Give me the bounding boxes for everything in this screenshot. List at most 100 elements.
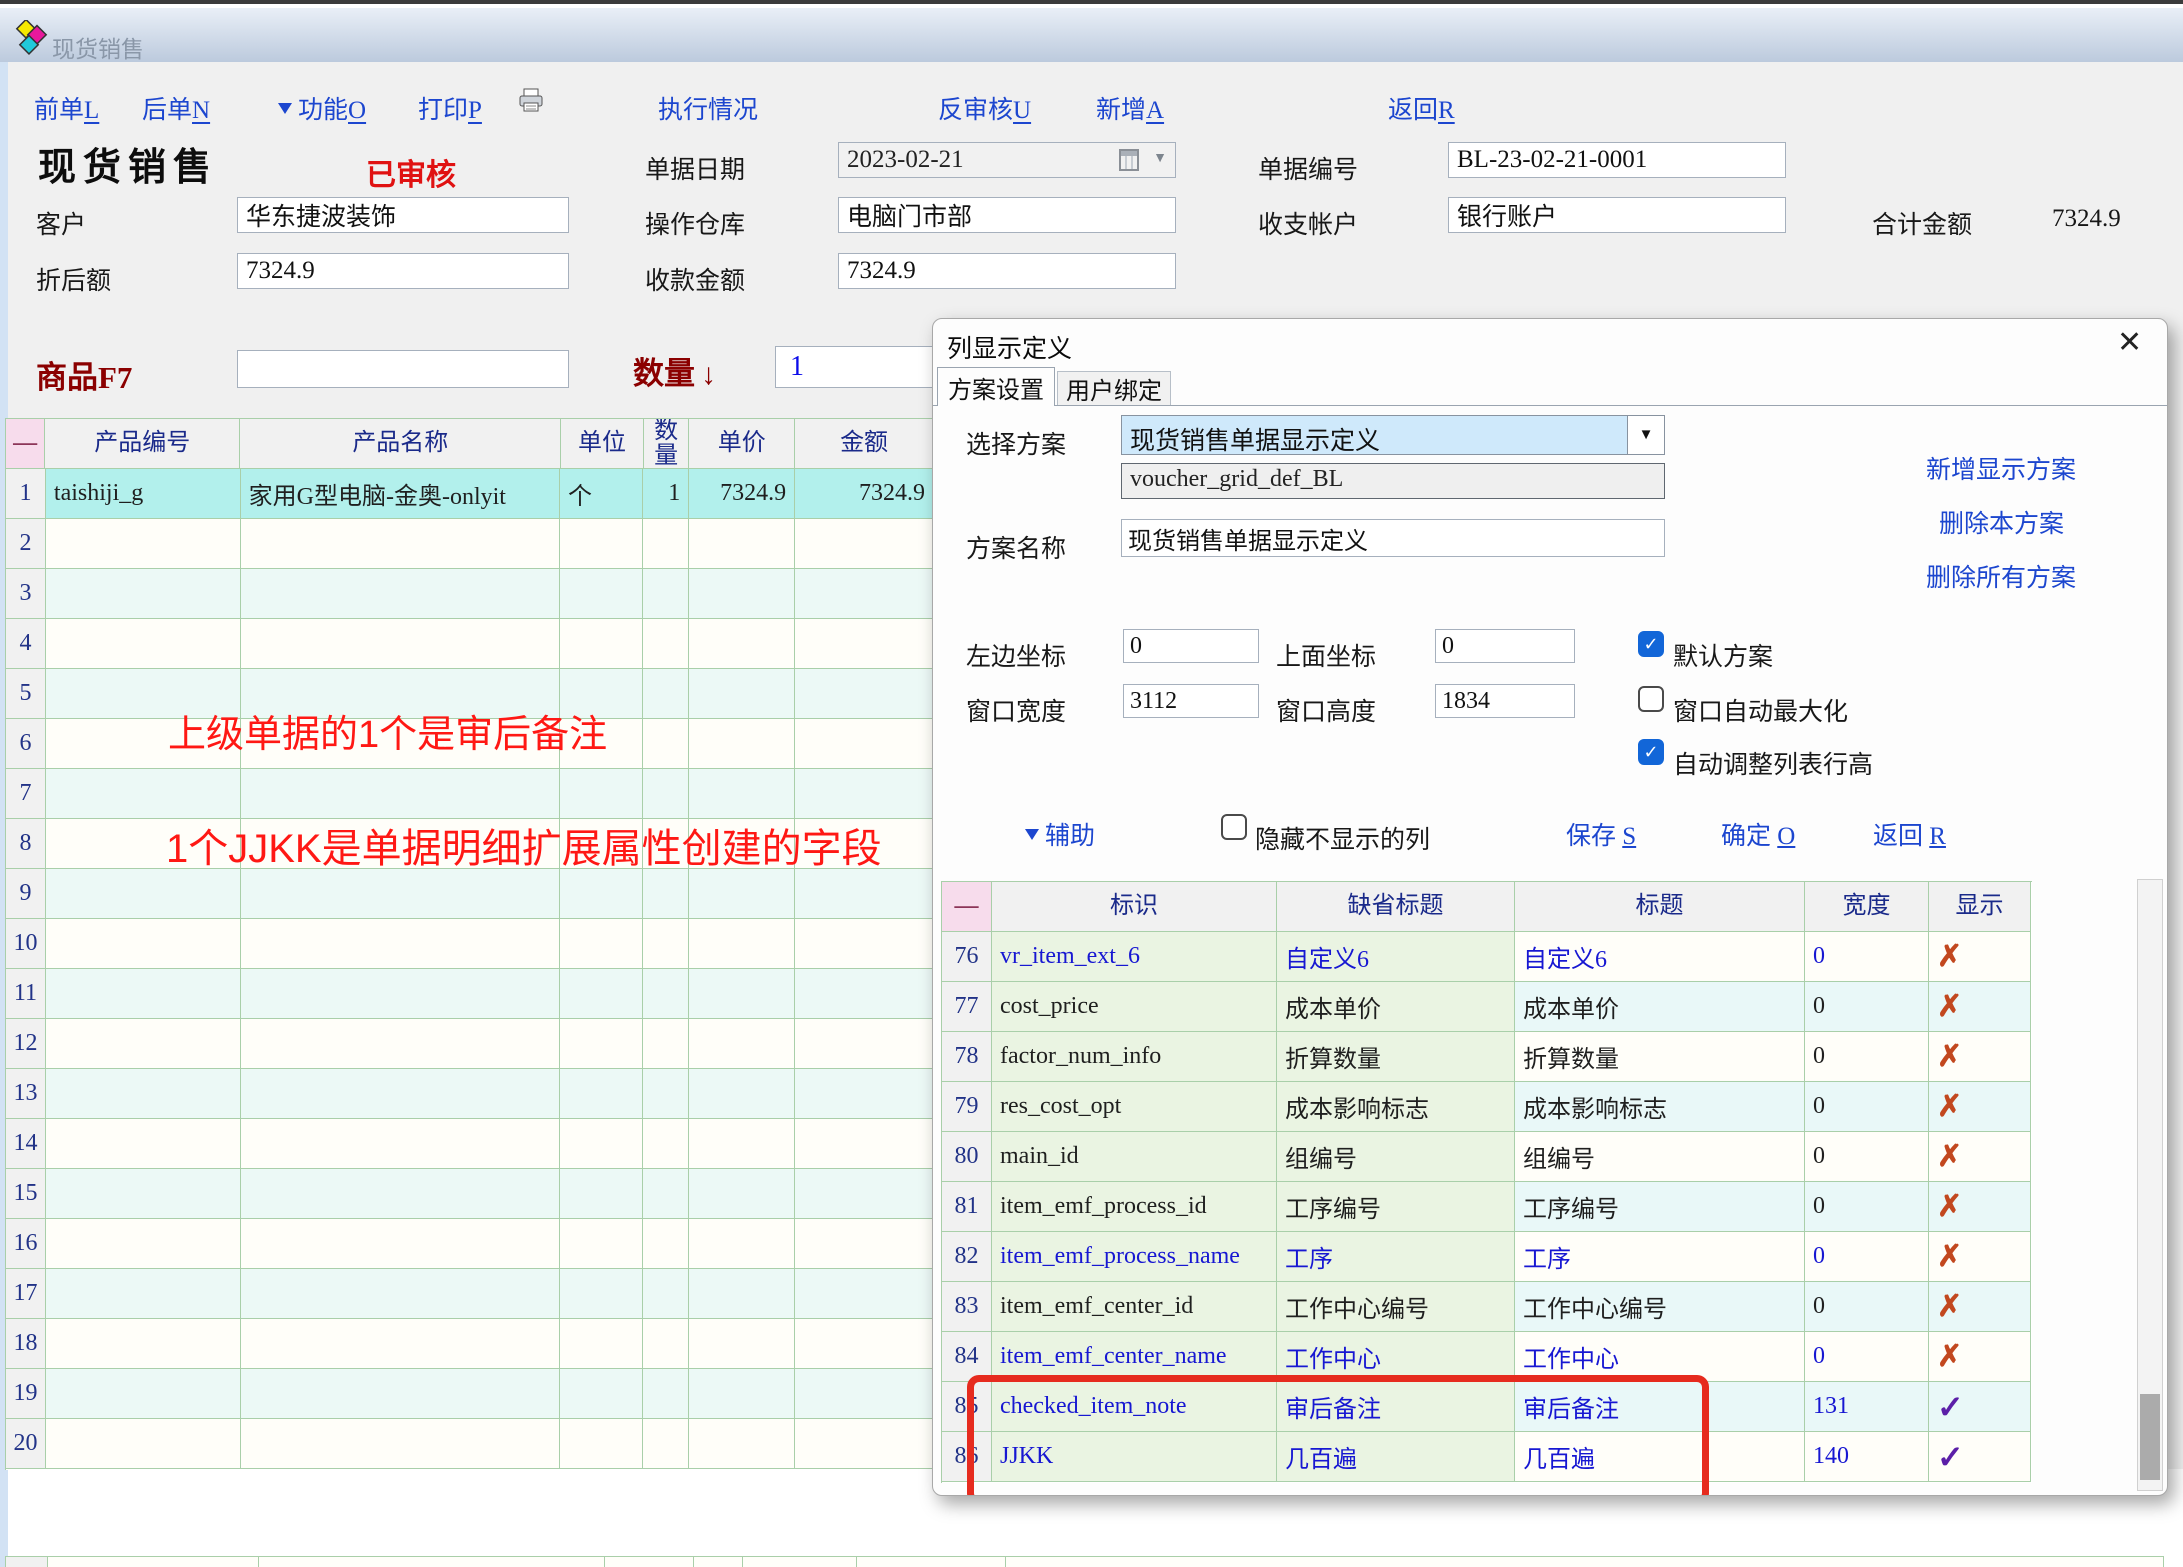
unit-cell[interactable]: [560, 569, 643, 619]
product-code-cell[interactable]: [46, 1219, 241, 1269]
hidden-cross-icon[interactable]: ✗: [1929, 982, 2031, 1032]
scheme-combobox[interactable]: 现货销售单据显示定义 ▼: [1121, 415, 1665, 455]
warehouse-input[interactable]: [838, 197, 1176, 233]
qty-cell[interactable]: 1: [643, 469, 689, 519]
row-number-cell[interactable]: 80: [942, 1132, 992, 1182]
qty-cell[interactable]: [643, 1069, 689, 1119]
default-title-cell[interactable]: 折算数量: [1277, 1032, 1515, 1082]
field-id-cell[interactable]: item_emf_center_id: [992, 1282, 1277, 1332]
toolbar-return[interactable]: 返回R: [1388, 90, 1455, 126]
title-cell[interactable]: 工序: [1515, 1232, 1805, 1282]
row-number-cell[interactable]: 5: [6, 669, 46, 719]
auto-maximize-checkbox[interactable]: [1638, 686, 1664, 712]
price-cell[interactable]: [689, 519, 795, 569]
default-title-cell[interactable]: 工序编号: [1277, 1182, 1515, 1232]
toolbar-prev-voucher[interactable]: 前单L: [34, 90, 99, 126]
unit-cell[interactable]: [560, 1369, 643, 1419]
customer-input[interactable]: [237, 197, 569, 233]
product-name-cell[interactable]: [241, 869, 560, 919]
row-number-cell[interactable]: 13: [6, 1069, 46, 1119]
amount-cell[interactable]: [795, 919, 934, 969]
delete-scheme-link[interactable]: 删除本方案: [1939, 504, 2064, 540]
row-number-cell[interactable]: 79: [942, 1082, 992, 1132]
window-width-input[interactable]: [1123, 684, 1259, 718]
product-code-cell[interactable]: [46, 1019, 241, 1069]
field-id-cell[interactable]: main_id: [992, 1132, 1277, 1182]
product-name-cell[interactable]: [241, 1069, 560, 1119]
title-cell[interactable]: 成本影响标志: [1515, 1082, 1805, 1132]
product-code-cell[interactable]: taishiji_g: [46, 469, 241, 519]
field-id-cell[interactable]: factor_num_info: [992, 1032, 1277, 1082]
default-title-cell[interactable]: 工作中心编号: [1277, 1282, 1515, 1332]
unit-cell[interactable]: 个: [560, 469, 643, 519]
row-number-cell[interactable]: 81: [942, 1182, 992, 1232]
product-code-cell[interactable]: [46, 1069, 241, 1119]
field-id-cell[interactable]: vr_item_ext_6: [992, 932, 1277, 982]
product-code-cell[interactable]: [46, 769, 241, 819]
amount-cell[interactable]: [795, 619, 934, 669]
width-cell[interactable]: 0: [1805, 982, 1929, 1032]
price-cell[interactable]: [689, 1269, 795, 1319]
helper-menu[interactable]: 辅助: [1025, 816, 1095, 852]
hidden-cross-icon[interactable]: ✗: [1929, 1232, 2031, 1282]
product-code-cell[interactable]: [46, 1319, 241, 1369]
row-number-cell[interactable]: 8: [6, 819, 46, 869]
row-number-cell[interactable]: 12: [6, 1019, 46, 1069]
hidden-cross-icon[interactable]: ✗: [1929, 932, 2031, 982]
product-code-cell[interactable]: [46, 569, 241, 619]
unit-cell[interactable]: [560, 519, 643, 569]
qty-cell[interactable]: [643, 1119, 689, 1169]
row-number-cell[interactable]: 77: [942, 982, 992, 1032]
row-number-cell[interactable]: 3: [6, 569, 46, 619]
unit-cell[interactable]: [560, 619, 643, 669]
product-name-cell[interactable]: [241, 619, 560, 669]
price-cell[interactable]: [689, 569, 795, 619]
price-cell[interactable]: [689, 1169, 795, 1219]
product-code-cell[interactable]: [46, 869, 241, 919]
price-cell[interactable]: [689, 1069, 795, 1119]
product-name-cell[interactable]: [241, 1269, 560, 1319]
top-coord-input[interactable]: [1435, 629, 1575, 663]
hide-hidden-cols-checkbox[interactable]: [1221, 814, 1247, 840]
amount-cell[interactable]: [795, 1269, 934, 1319]
add-scheme-link[interactable]: 新增显示方案: [1926, 450, 2076, 486]
left-coord-input[interactable]: [1123, 629, 1259, 663]
product-name-cell[interactable]: [241, 1319, 560, 1369]
hidden-cross-icon[interactable]: ✗: [1929, 1282, 2031, 1332]
unit-cell[interactable]: [560, 969, 643, 1019]
row-number-cell[interactable]: 78: [942, 1032, 992, 1082]
price-cell[interactable]: [689, 1419, 795, 1469]
combobox-dropdown-icon[interactable]: ▼: [1627, 416, 1664, 454]
tab-scheme-settings[interactable]: 方案设置: [937, 367, 1055, 406]
width-cell[interactable]: 0: [1805, 1182, 1929, 1232]
price-cell[interactable]: [689, 1369, 795, 1419]
unit-cell[interactable]: [560, 1069, 643, 1119]
width-cell[interactable]: 131: [1805, 1382, 1929, 1432]
account-input[interactable]: [1448, 197, 1786, 233]
product-code-cell[interactable]: [46, 1119, 241, 1169]
amount-cell[interactable]: [795, 1019, 934, 1069]
unit-cell[interactable]: [560, 1319, 643, 1369]
row-number-cell[interactable]: 16: [6, 1219, 46, 1269]
row-number-cell[interactable]: 83: [942, 1282, 992, 1332]
product-code-cell[interactable]: [46, 1269, 241, 1319]
toolbar-functions-menu[interactable]: 功能O: [278, 90, 366, 126]
qty-cell[interactable]: [643, 1019, 689, 1069]
price-cell[interactable]: [689, 769, 795, 819]
title-cell[interactable]: 工序编号: [1515, 1182, 1805, 1232]
row-number-cell[interactable]: 11: [6, 969, 46, 1019]
product-input[interactable]: [237, 350, 569, 388]
product-name-cell[interactable]: [241, 769, 560, 819]
price-cell[interactable]: [689, 719, 795, 769]
qty-cell[interactable]: [643, 769, 689, 819]
product-name-cell[interactable]: [241, 1369, 560, 1419]
row-number-cell[interactable]: 20: [6, 1419, 46, 1469]
visible-check-icon[interactable]: ✓: [1929, 1382, 2031, 1432]
title-cell[interactable]: 成本单价: [1515, 982, 1805, 1032]
field-id-cell[interactable]: item_emf_process_id: [992, 1182, 1277, 1232]
qty-cell[interactable]: [643, 969, 689, 1019]
unit-cell[interactable]: [560, 1119, 643, 1169]
product-code-cell[interactable]: [46, 619, 241, 669]
qty-cell[interactable]: [643, 1369, 689, 1419]
qty-cell[interactable]: [643, 569, 689, 619]
